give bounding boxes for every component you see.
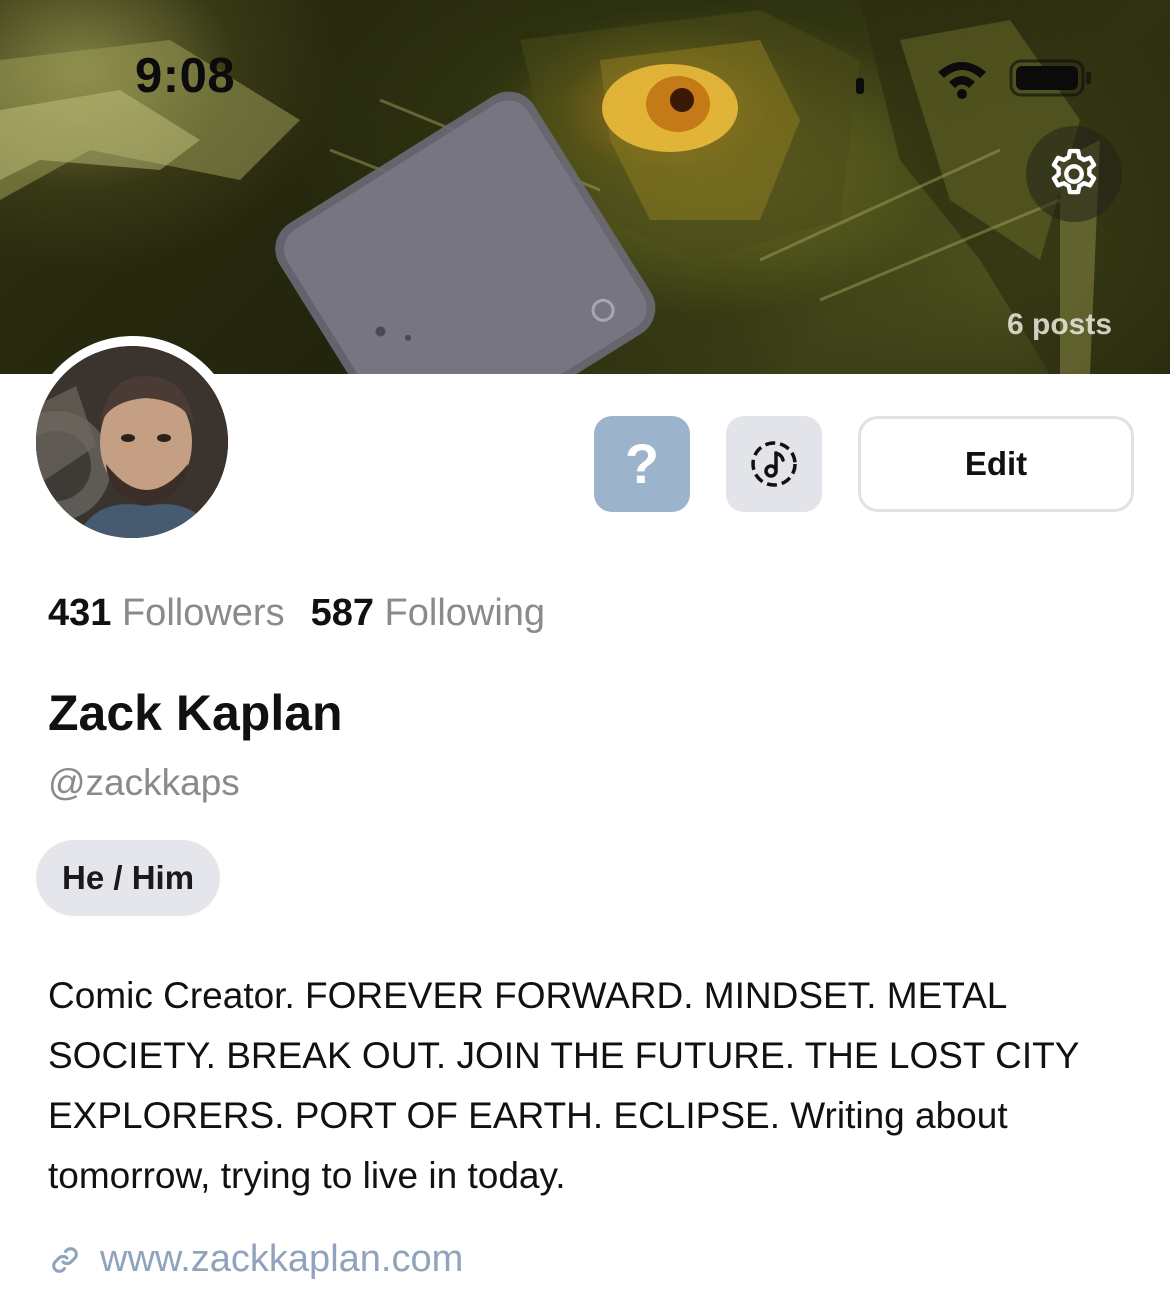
following-label: Following — [384, 592, 546, 634]
music-note-icon — [751, 441, 797, 487]
status-bar-icons — [856, 59, 1091, 99]
help-button[interactable]: ? — [594, 416, 690, 512]
pronouns-badge: He / Him — [36, 840, 221, 916]
settings-button[interactable] — [1026, 126, 1122, 222]
link-icon — [52, 1246, 78, 1273]
battery-icon — [1009, 59, 1091, 97]
cellular-signal-icon — [856, 78, 864, 94]
wifi-icon — [938, 62, 986, 99]
gear-icon — [1051, 148, 1097, 195]
avatar[interactable] — [36, 346, 228, 538]
status-bar-time: 9:08 — [135, 49, 236, 103]
avatar-photo — [36, 346, 228, 538]
followers-label: Followers — [121, 592, 285, 634]
music-button[interactable] — [726, 416, 822, 512]
website-link[interactable]: www.zackkaplan.com — [48, 1238, 463, 1281]
followers-link[interactable]: 431 Followers — [48, 592, 285, 634]
bio-text: Comic Creator. FOREVER FORWARD. MINDSET.… — [48, 975, 1079, 1196]
username-handle: @zackkaps — [48, 762, 240, 803]
following-count: 587 — [310, 592, 374, 634]
posts-count: 6 posts — [1006, 308, 1112, 341]
profile-banner[interactable]: 9:08 6 posts — [0, 0, 1170, 374]
followers-count: 431 — [48, 592, 112, 634]
following-link[interactable]: 587 Following — [311, 592, 546, 634]
website-url: www.zackkaplan.com — [100, 1238, 464, 1280]
display-name: Zack Kaplan — [48, 685, 343, 741]
edit-profile-button[interactable]: Edit — [858, 416, 1134, 512]
profile-screen: 9:08 6 posts ? Edit 431 Followers 587 Fo… — [0, 0, 1170, 1302]
follow-stats: 431 Followers 587 Following — [48, 592, 545, 635]
help-label: ? — [624, 432, 660, 495]
